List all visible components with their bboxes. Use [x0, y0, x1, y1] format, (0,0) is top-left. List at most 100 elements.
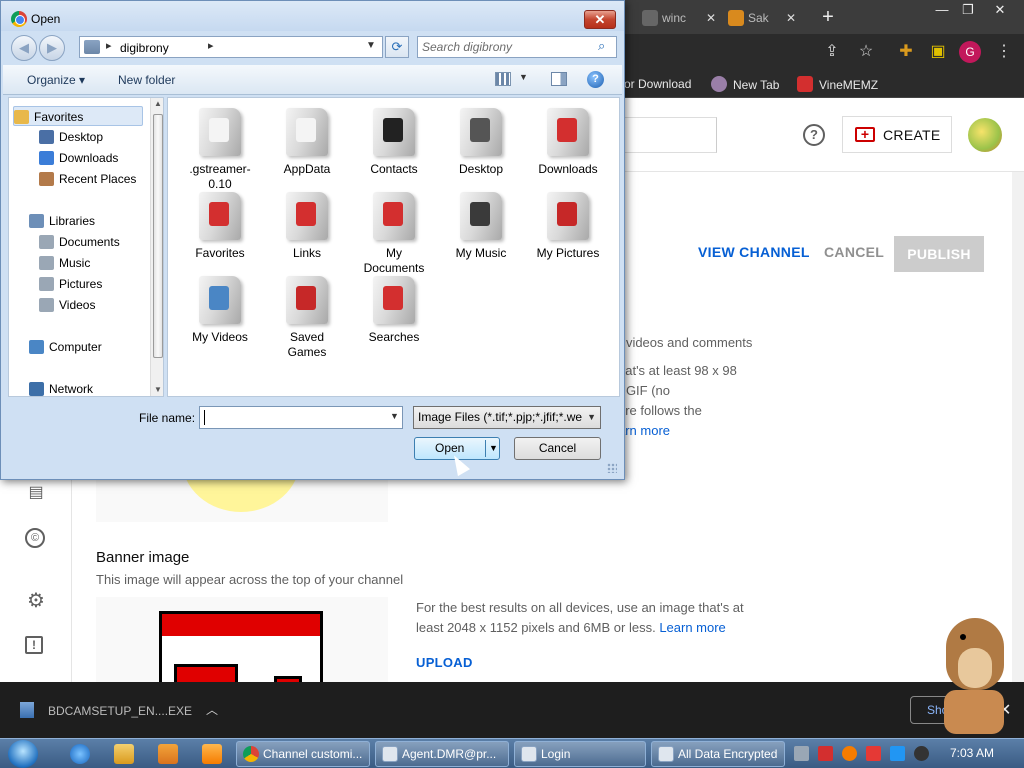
media-player-icon[interactable] [158, 744, 178, 764]
refresh-button[interactable]: ⟳ [385, 36, 409, 58]
nav-item-libraries[interactable]: Libraries [29, 211, 95, 231]
tab-close-icon[interactable]: ✕ [706, 6, 716, 30]
breadcrumb-arrow-icon[interactable]: ▸ [208, 39, 214, 52]
scroll-thumb[interactable] [153, 114, 163, 358]
organize-button[interactable]: Organize ▾ [27, 73, 85, 87]
search-box[interactable]: ⌕ [417, 36, 617, 58]
chevron-up-icon[interactable]: ︿ [206, 701, 218, 718]
file-type-select[interactable]: Image Files (*.tif;*.pjp;*.jfif;*.we ▼ [413, 406, 601, 429]
folder-item-favorites[interactable]: Favorites [178, 192, 262, 261]
address-bar[interactable]: ▸ digibrony ▸ ▼ [79, 36, 383, 58]
folder-item-downloads[interactable]: Downloads [526, 108, 610, 177]
minimize-icon[interactable]: — [930, 2, 954, 20]
learn-more-link[interactable]: Learn more [659, 620, 725, 635]
browser-tab-1[interactable]: winc ✕ [640, 6, 716, 30]
tray-antivirus-icon[interactable] [818, 746, 833, 761]
nav-item-documents[interactable]: Documents [39, 232, 120, 252]
paint-icon[interactable] [202, 744, 222, 764]
folder-item-my-pictures[interactable]: My Pictures [526, 192, 610, 261]
nav-item-pictures[interactable]: Pictures [39, 274, 102, 294]
folder-item-my-documents[interactable]: My Documents [352, 192, 436, 276]
browser-tab-2[interactable]: Sak ✕ [726, 6, 796, 30]
search-input[interactable] [422, 39, 592, 55]
chevron-down-icon[interactable]: ▼ [519, 72, 528, 82]
taskbar-item[interactable]: Channel customi... [236, 741, 370, 767]
cancel-button[interactable]: Cancel [514, 437, 601, 460]
chevron-down-icon[interactable]: ▼ [489, 438, 498, 459]
internet-explorer-icon[interactable] [70, 744, 90, 764]
back-button[interactable]: ◀ [11, 35, 37, 61]
taskbar-item[interactable]: All Data Encrypted [651, 741, 785, 767]
folder-item-my-videos[interactable]: My Videos [178, 276, 262, 345]
scroll-down-icon[interactable]: ▼ [154, 385, 162, 394]
nav-item-computer[interactable]: Computer [29, 337, 102, 357]
folder-item-searches[interactable]: Searches [352, 276, 436, 345]
taskbar-item[interactable]: Agent.DMR@pr... [375, 741, 509, 767]
profile-avatar-button[interactable]: G [959, 41, 981, 63]
resize-grip[interactable] [607, 463, 617, 473]
bookmark-item[interactable]: VineMEMZ [797, 76, 878, 93]
tray-search-icon[interactable] [842, 746, 857, 761]
scroll-up-icon[interactable]: ▲ [154, 99, 162, 108]
tray-app-icon[interactable] [794, 746, 809, 761]
folder-item-links[interactable]: Links [265, 192, 349, 261]
new-folder-button[interactable]: New folder [118, 73, 175, 87]
chevron-down-icon[interactable]: ▼ [587, 407, 596, 428]
nav-pane-scrollbar[interactable]: ▲ ▼ [150, 98, 163, 396]
close-window-icon[interactable]: ✕ [988, 2, 1012, 20]
channel-avatar[interactable] [968, 118, 1002, 152]
nav-item-downloads[interactable]: Downloads [39, 148, 118, 168]
help-icon[interactable]: ? [803, 124, 825, 146]
file-name-combobox[interactable]: ▼ [199, 406, 403, 429]
taskbar-clock[interactable]: 7:03 AM [950, 746, 994, 760]
menu-dots-icon[interactable]: ⋮ [994, 42, 1014, 62]
publish-button[interactable]: PUBLISH [894, 236, 984, 272]
nav-item-favorites[interactable]: Favorites [13, 106, 143, 126]
copyright-icon[interactable]: © [25, 528, 45, 548]
settings-icon[interactable]: ⚙ [25, 590, 47, 612]
preview-pane-icon[interactable] [551, 72, 567, 86]
forward-button[interactable]: ▶ [39, 35, 65, 61]
download-item[interactable]: BDCAMSETUP_EN....EXE [20, 702, 192, 718]
network-icon[interactable] [890, 746, 905, 761]
change-view-icon[interactable] [495, 72, 511, 86]
nav-item-recent-places[interactable]: Recent Places [39, 169, 136, 189]
folder-item-appdata[interactable]: AppData [265, 108, 349, 177]
star-icon[interactable]: ☆ [856, 42, 876, 62]
view-channel-link[interactable]: VIEW CHANNEL [698, 244, 810, 260]
new-tab-button[interactable]: + [818, 6, 838, 28]
extensions-icon[interactable]: ✚ [896, 42, 916, 62]
page-scrollbar[interactable] [1012, 172, 1024, 682]
nav-item-videos[interactable]: Videos [39, 295, 95, 315]
folder-item-gstreamer[interactable]: .gstreamer- 0.10 [178, 108, 262, 192]
folder-item-my-music[interactable]: My Music [439, 192, 523, 261]
share-icon[interactable]: ⇪ [822, 42, 842, 62]
folder-item-contacts[interactable]: Contacts [352, 108, 436, 177]
sidebar-icon[interactable]: ▣ [928, 42, 948, 62]
volume-icon[interactable] [914, 746, 929, 761]
chevron-down-icon[interactable]: ▼ [390, 411, 399, 421]
breadcrumb-item[interactable]: digibrony [120, 41, 169, 55]
explorer-folder-icon[interactable] [114, 744, 134, 764]
search-icon[interactable]: ⌕ [598, 38, 605, 54]
file-name-input[interactable] [203, 410, 383, 426]
restore-icon[interactable]: ❐ [956, 2, 980, 20]
nav-item-network[interactable]: Network [29, 379, 93, 396]
create-button[interactable]: + CREATE [842, 116, 952, 153]
dialog-titlebar[interactable]: Open ✕ [1, 1, 624, 31]
nav-item-music[interactable]: Music [39, 253, 90, 273]
help-icon[interactable]: ? [587, 71, 604, 88]
learn-more-link[interactable]: arn more [618, 421, 670, 441]
nav-item-desktop[interactable]: Desktop [39, 127, 103, 147]
folder-item-desktop[interactable]: Desktop [439, 108, 523, 177]
subtitles-icon[interactable]: ▤ [25, 482, 47, 504]
bookmark-item[interactable]: New Tab [711, 76, 779, 93]
chevron-down-icon[interactable]: ▼ [366, 40, 376, 51]
tab-close-icon[interactable]: ✕ [786, 6, 796, 30]
cancel-link[interactable]: CANCEL [824, 244, 884, 260]
action-center-flag-icon[interactable] [866, 746, 881, 761]
bookmark-item[interactable]: or Download [624, 76, 691, 92]
start-button[interactable] [8, 740, 38, 768]
upload-link[interactable]: UPLOAD [416, 655, 473, 670]
close-button[interactable]: ✕ [584, 10, 616, 29]
